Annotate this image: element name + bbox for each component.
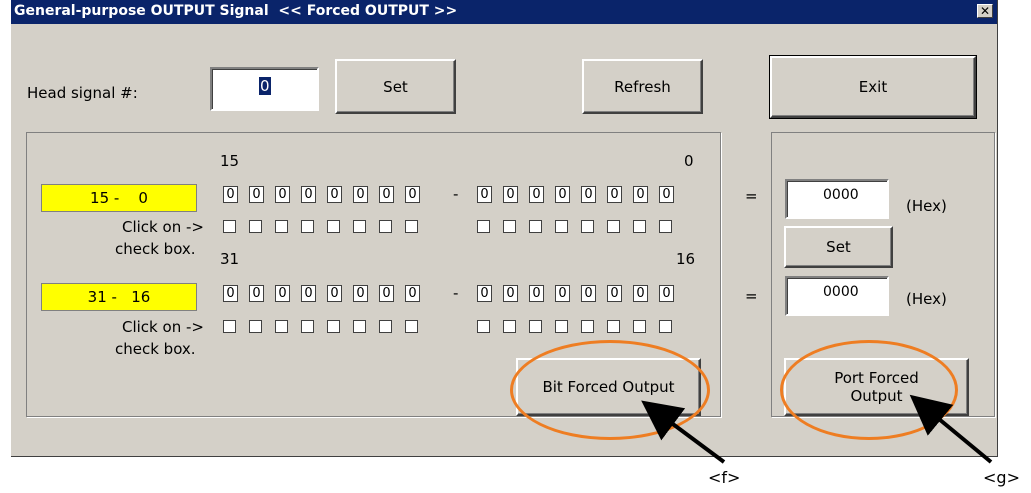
arrow-f	[641, 400, 726, 464]
annotation-g: <g>	[983, 468, 1020, 487]
annotation-f: <f>	[708, 468, 741, 487]
annotation-arrows	[641, 394, 993, 464]
arrow-g	[909, 394, 993, 464]
